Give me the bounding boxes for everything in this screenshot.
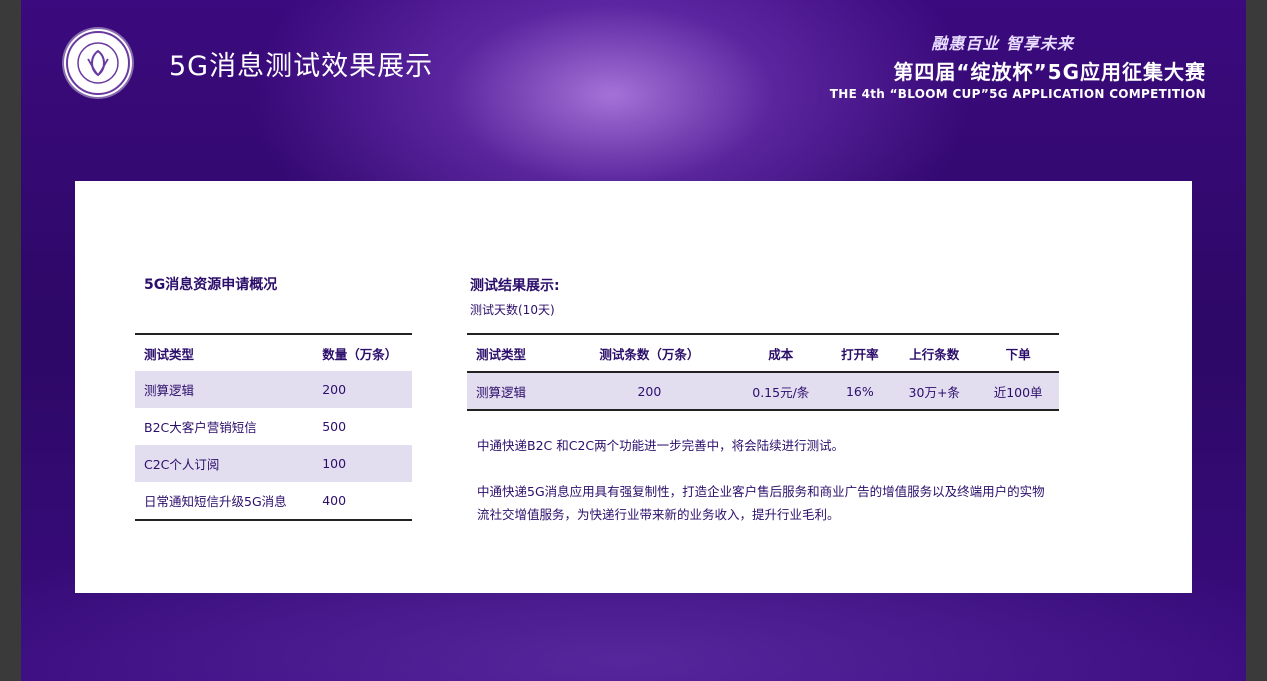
table-cell: C2C个人订阅: [135, 445, 314, 482]
table-cell: 200: [313, 371, 412, 408]
column-header: 测试类型: [144, 346, 195, 362]
column-header: 测试条数（万条）: [565, 334, 734, 373]
table-header-row: 测试类型 数量（万条）: [135, 334, 412, 371]
competition-name-en: THE 4th “BLOOM CUP”5G APPLICATION COMPET…: [829, 87, 1206, 101]
column-header: 下单: [977, 334, 1059, 373]
table-row: 测算逻辑 200: [135, 371, 412, 408]
right-heading: 测试结果展示:: [470, 278, 560, 294]
right-border: [1246, 0, 1267, 681]
table-cell: 日常通知短信升级5G消息: [144, 494, 287, 509]
progress-paragraph: 中通快递B2C 和C2C两个功能进一步完善中，将会陆续进行测试。: [477, 438, 845, 453]
column-header: 测试类型: [467, 334, 566, 373]
table-cell: B2C大客户营销短信: [144, 420, 257, 435]
column-header: 打开率: [828, 334, 892, 373]
table-cell: 100: [313, 445, 412, 482]
table-row: 测算逻辑 200 0.15元/条 16% 30万+条 近100单: [467, 372, 1059, 410]
competition-name: 第四届“绽放杯”5G应用征集大赛: [893, 60, 1206, 84]
test-results-table: 测试类型 测试条数（万条） 成本 打开率 上行条数 下单 测算逻辑 200 0.…: [467, 333, 1059, 411]
summary-paragraph: 中通快递5G消息应用具有强复制性，打造企业客户售后服务和商业广告的增值服务以及终…: [477, 484, 1045, 522]
competition-brand: 融惠百业 智享未来 第四届“绽放杯”5G应用征集大赛 THE 4th “BLOO…: [830, 30, 1206, 101]
table-cell: 0.15元/条: [733, 372, 829, 410]
table-cell: 16%: [828, 372, 892, 410]
table-row: C2C个人订阅 100: [135, 445, 412, 482]
table-cell: 500: [322, 419, 347, 434]
content-card: 5G消息资源申请概况 测试类型 数量（万条） 测算逻辑 200 B2C大客户营销…: [75, 181, 1192, 593]
table-row: 日常通知短信升级5G消息 400: [135, 482, 412, 520]
column-header: 上行条数: [891, 334, 978, 373]
bloom-cup-logo-icon: [64, 29, 132, 97]
column-header: 数量（万条）: [322, 346, 398, 362]
resource-table: 测试类型 数量（万条） 测算逻辑 200 B2C大客户营销短信 500 C2C个…: [135, 333, 412, 521]
table-header-row: 测试类型 测试条数（万条） 成本 打开率 上行条数 下单: [467, 334, 1059, 373]
table-cell: 近100单: [977, 372, 1059, 410]
page-title: 5G消息测试效果展示: [169, 51, 434, 82]
column-header: 成本: [733, 334, 829, 373]
slogan: 融惠百业 智享未来: [931, 34, 1074, 53]
table-cell: 400: [322, 493, 347, 508]
slide-background: 5G消息测试效果展示 融惠百业 智享未来 第四届“绽放杯”5G应用征集大赛 TH…: [21, 0, 1246, 681]
table-cell: 30万+条: [891, 372, 978, 410]
table-row: B2C大客户营销短信 500: [135, 408, 412, 445]
test-days-label: 测试天数(10天): [470, 303, 555, 317]
table-cell: 测算逻辑: [467, 372, 566, 410]
left-heading: 5G消息资源申请概况: [144, 277, 278, 293]
table-cell: 200: [565, 372, 734, 410]
table-cell: 测算逻辑: [135, 371, 314, 408]
